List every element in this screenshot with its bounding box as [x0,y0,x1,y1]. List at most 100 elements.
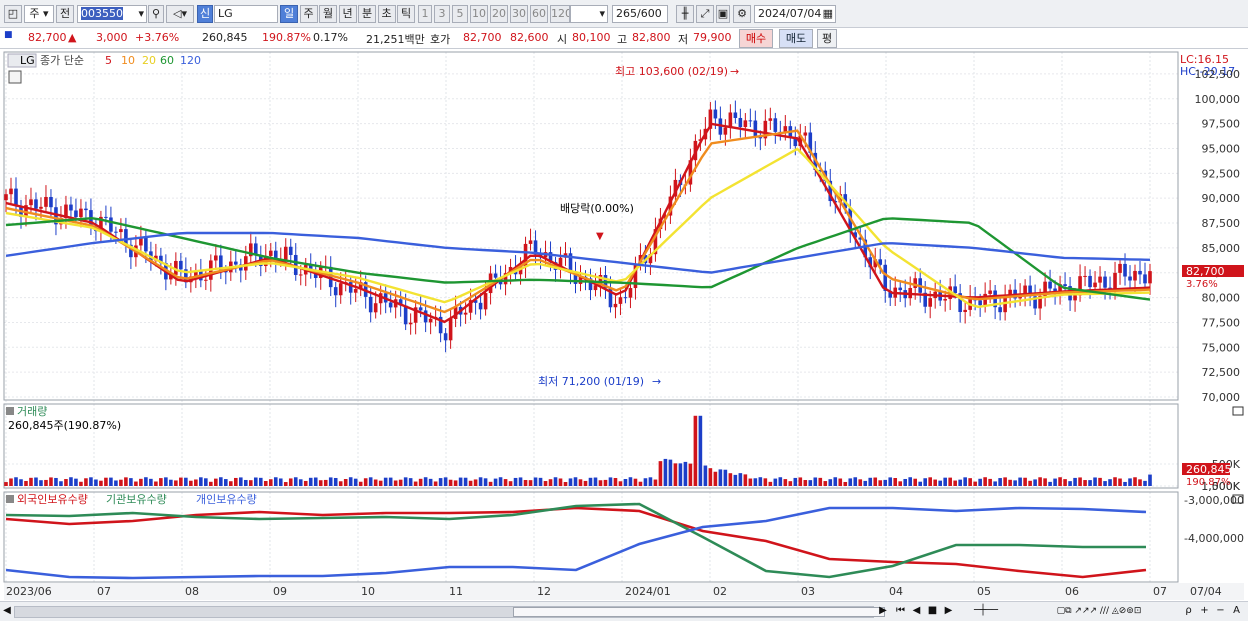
period-button-3[interactable]: 년 [338,5,357,23]
volume-bar [278,478,283,486]
volume-bar [64,479,68,486]
volume-bar [363,478,368,486]
minus-icon[interactable]: − [1212,603,1229,620]
volume-bar [733,474,738,486]
scroll-track[interactable] [14,606,885,618]
volume-bar [1053,478,1057,486]
interval-button-5[interactable]: 5 [452,5,468,23]
eval-button[interactable]: 평 [817,29,837,48]
interval-button-1[interactable]: 1 [418,5,432,23]
low-label: 저 [678,33,689,46]
speaker-icon[interactable]: ◁▾ [166,5,194,23]
scroll-right-icon[interactable]: ▶ [878,603,888,620]
period-button-4[interactable]: 분 [358,5,376,23]
bid-text: 82,600 [510,31,549,44]
period-button-2[interactable]: 월 [319,5,337,23]
interval-button-120[interactable]: 120 [550,5,570,23]
volume-bar [768,481,773,486]
chart-area[interactable]: LG 종가 단순 5 10 20 60 120 LC:16.15 HC:-20.… [0,49,1248,601]
volume-bar [1083,480,1087,486]
window-icon[interactable]: ◰ [4,5,22,23]
speed-slider[interactable]: ─┼── [956,603,1016,620]
volume-bar [523,479,528,486]
volume-bar [1088,480,1092,486]
volume-bar [618,481,623,486]
volume-bar [358,481,363,486]
volume-bar [273,477,278,486]
search-icon[interactable]: ⚲ [148,5,164,23]
last-pct-text: 3.76% [1186,279,1218,290]
interval-button-60[interactable]: 60 [530,5,548,23]
volume-bar [683,461,688,486]
volume-bar [423,477,428,486]
period-button-0[interactable]: 일 [280,5,298,23]
volume-close-icon[interactable] [1232,406,1244,416]
volume-bar [1028,480,1032,486]
volume-bar [1148,474,1152,486]
volume-bar [773,478,778,486]
volume-bar [713,471,718,486]
sell-button[interactable]: 매도 [779,29,813,48]
period-button-5[interactable]: 초 [377,5,396,23]
volume-bar [413,481,418,486]
volume-bar [243,479,248,486]
add-icon[interactable]: + [1196,603,1213,620]
volume-bar [134,481,138,486]
volume-bar [693,415,698,486]
volume-bar [318,480,323,486]
period-button-1[interactable]: 주 [299,5,318,23]
interval-select[interactable]: ▾ [570,5,608,23]
all-button[interactable]: 전 [56,5,74,23]
volume-bar [139,478,143,486]
price-tick-9: 80,000 [1202,292,1241,305]
interval-button-3[interactable]: 3 [434,5,450,23]
volume-bar [29,477,33,486]
volume-bar [288,478,293,486]
volume-bar [588,477,593,486]
interval-button-10[interactable]: 10 [470,5,488,23]
period-button-6[interactable]: 틱 [397,5,415,23]
volume-bar [688,463,693,486]
gear-icon[interactable]: ⚙ [733,5,751,23]
scroll-left-icon[interactable]: ◀ [2,603,12,620]
interval-button-20[interactable]: 20 [490,5,508,23]
market-select[interactable]: 주 ▾ [24,5,54,23]
name-field[interactable]: LG [214,5,278,23]
stop-icon[interactable]: ■ [924,603,941,620]
volume-bar [403,477,408,486]
rewind-icon[interactable]: ⏮ [892,603,909,620]
code-field[interactable]: 003550 ▾ [77,5,147,23]
candle-icon[interactable]: ╫ [676,5,694,23]
volume-bar [1128,478,1132,486]
volume-bar [69,477,73,486]
drawing-tools-icon[interactable]: ▢⧉ ↗↗↗ ∕∕∕ ◬⊘⊚⊡ [1024,603,1174,620]
volume-text: 260,845 [202,31,248,44]
calendar-icon: ▦ [822,7,833,20]
save-icon[interactable]: ▣ [716,5,730,23]
volume-bar [219,477,223,486]
zoom-in-icon[interactable]: ρ [1180,603,1197,620]
count-field[interactable]: 265/600 [612,5,668,23]
inst-legend: 기관보유수량 [106,493,167,506]
buy-button[interactable]: 매수 [739,29,773,48]
line-chart-icon[interactable]: ⤢ [696,5,714,23]
interval-button-30[interactable]: 30 [510,5,528,23]
price-tick-7: 85,000 [1202,242,1241,255]
table-icon[interactable] [8,70,22,84]
volume-bar [993,481,997,486]
volume-bar [513,477,518,486]
volume-bar [458,477,463,486]
x-tick-7: 2024/01 [625,585,671,598]
volume-bar [623,478,628,486]
new-button[interactable]: 신 [197,5,213,23]
play-icon[interactable]: ▶ [940,603,957,620]
volume-bar [233,477,238,486]
low-arrow-icon: → [652,375,661,388]
font-size-icon[interactable]: A [1228,603,1245,620]
volume-bar [928,477,932,486]
date-field[interactable]: 2024/07/04 ▦ [754,5,836,23]
volume-bar [468,480,473,486]
back-icon[interactable]: ◀ [908,603,925,620]
scroll-thumb[interactable] [513,607,885,617]
volume-bar [99,480,103,486]
